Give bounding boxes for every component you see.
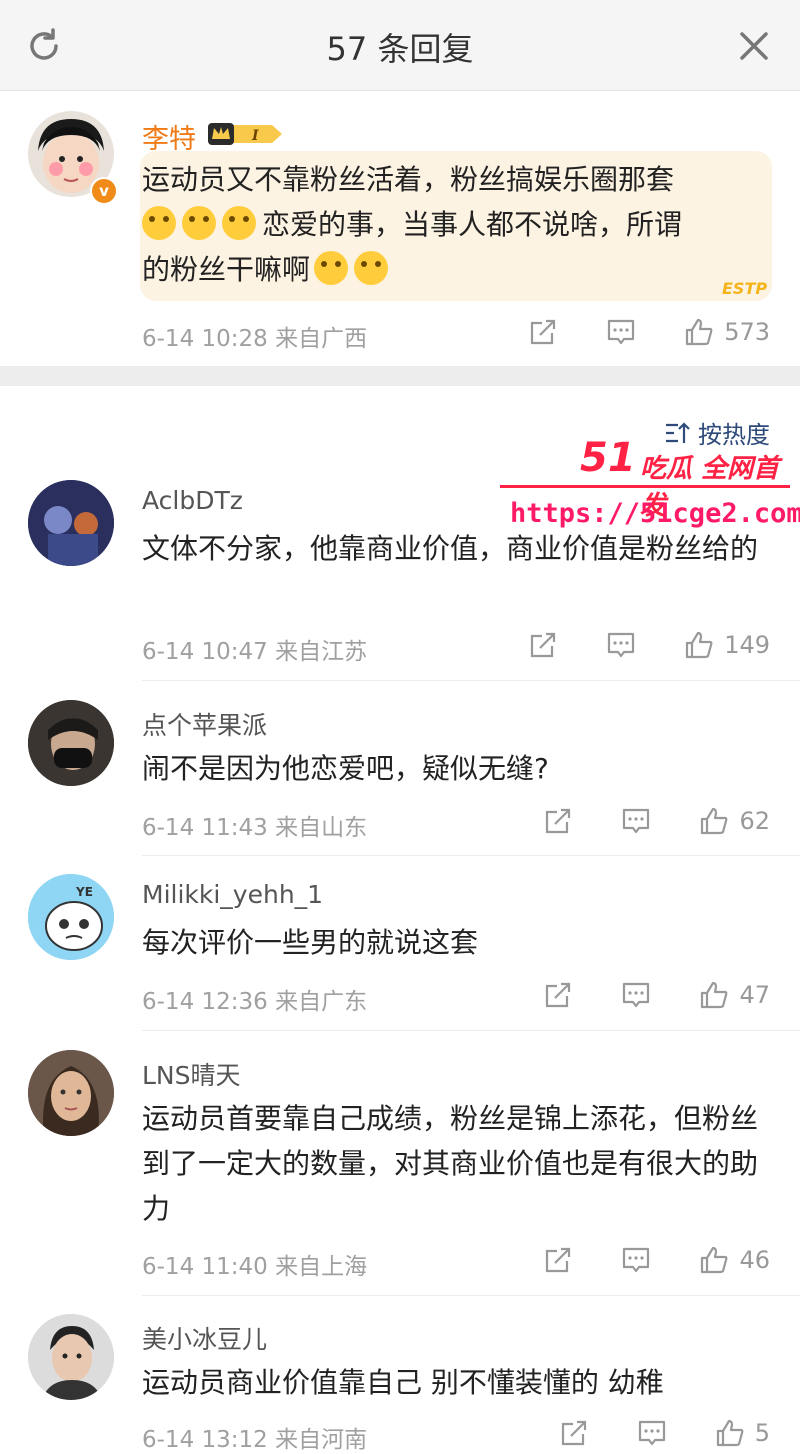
reply-time: 6-14 13:12 来自河南 [142, 1427, 368, 1453]
reply-text: 运动员首要靠自己成绩，粉丝是锦上添花，但粉丝到了一定大的数量，对其商业价值也是有… [142, 1102, 759, 1225]
username[interactable]: 美小冰豆儿 [142, 1320, 267, 1356]
comment-text: 运动员又不靠粉丝活着，粉丝搞娱乐圈那套 恋爱的事，当事人都不说啥，所谓 的粉丝干… [142, 157, 742, 292]
crying-laugh-emoji-icon [354, 251, 389, 285]
reply-time: 6-14 11:43 来自山东 [142, 815, 368, 841]
reply-text: 闹不是因为他恋爱吧，疑似无缝? [142, 752, 549, 785]
dialog-header: 57 条回复 [0, 0, 800, 91]
share-icon[interactable] [543, 1245, 573, 1275]
verified-icon: v [90, 177, 118, 205]
like-count: 47 [739, 981, 770, 1009]
avatar[interactable] [28, 480, 114, 566]
reply-actions: 46 [543, 1245, 770, 1275]
estp-badge: ESTP [722, 279, 768, 298]
svg-text:YE: YE [75, 885, 93, 899]
like-count: 46 [739, 1246, 770, 1274]
section-divider [0, 366, 800, 386]
watermark-brand: 51 [580, 435, 636, 481]
comment-icon[interactable] [637, 1418, 667, 1448]
comment-icon[interactable] [621, 806, 651, 836]
avatar[interactable] [28, 700, 114, 786]
like-icon[interactable] [699, 806, 729, 836]
like-count: 62 [739, 807, 770, 835]
comment-text-line1: 运动员又不靠粉丝活着，粉丝搞娱乐圈那套 [142, 163, 675, 196]
crying-laugh-emoji-icon [314, 251, 349, 285]
reply-time: 6-14 11:40 来自上海 [142, 1254, 368, 1280]
username[interactable]: AclbDTz [142, 486, 243, 515]
reply-time: 6-14 12:36 来自广东 [142, 989, 368, 1015]
like-count: 5 [754, 1419, 770, 1447]
reply-text: 运动员商业价值靠自己 别不懂装懂的 幼稚 [142, 1366, 664, 1399]
username[interactable]: 点个苹果派 [142, 706, 267, 742]
username[interactable]: 李特 [142, 117, 196, 156]
share-icon[interactable] [559, 1418, 589, 1448]
crying-laugh-emoji-icon [142, 206, 176, 240]
comment-text-line3: 的粉丝干嘛啊 [142, 253, 311, 286]
crying-laugh-emoji-icon [222, 206, 256, 240]
row-divider [142, 855, 800, 856]
row-divider [142, 1295, 800, 1296]
reply-actions: 5 [559, 1418, 770, 1448]
comment-text-line2: 恋爱的事，当事人都不说啥，所谓 [262, 208, 683, 241]
like-count: 149 [724, 631, 770, 659]
reply-count-title: 57 条回复 [326, 30, 474, 68]
row-divider [142, 1030, 800, 1031]
reply-text: 每次评价一些男的就说这套 [142, 926, 479, 959]
avatar[interactable] [28, 1314, 114, 1400]
reply-actions: 47 [543, 980, 770, 1010]
watermark: 51 吃瓜 全网首发 https://51cge2.com [500, 430, 800, 540]
comment-icon[interactable] [621, 980, 651, 1010]
share-icon[interactable] [543, 806, 573, 836]
avatar[interactable]: YE [28, 874, 114, 960]
like-icon[interactable] [684, 630, 714, 660]
share-icon[interactable] [543, 980, 573, 1010]
vip-badge-icon: I [206, 119, 284, 149]
reply-time: 6-14 10:47 来自江苏 [142, 639, 368, 665]
comment-icon[interactable] [606, 317, 636, 347]
row-divider [142, 680, 800, 681]
original-comment: v 李特 I 运动员又不靠粉丝活着，粉丝搞娱乐圈那套 恋爱的事，当事人都不说啥，… [0, 91, 800, 366]
crying-laugh-emoji-icon [182, 206, 216, 240]
watermark-line [500, 485, 790, 488]
username[interactable]: Milikki_yehh_1 [142, 880, 323, 909]
comment-actions: 573 [528, 317, 770, 347]
like-icon[interactable] [715, 1418, 745, 1448]
comment-icon[interactable] [621, 1245, 651, 1275]
like-count: 573 [724, 318, 770, 346]
share-icon[interactable] [528, 317, 558, 347]
avatar[interactable] [28, 1050, 114, 1136]
username[interactable]: LNS晴天 [142, 1056, 241, 1092]
share-icon[interactable] [528, 630, 558, 660]
watermark-url: https://51cge2.com [510, 498, 800, 529]
reply-text: 文体不分家，他靠商业价值，商业价值是粉丝给的 [142, 532, 759, 565]
close-icon[interactable] [734, 26, 774, 66]
comment-icon[interactable] [606, 630, 636, 660]
like-icon[interactable] [699, 980, 729, 1010]
like-icon[interactable] [699, 1245, 729, 1275]
reply-actions: 149 [528, 630, 770, 660]
like-icon[interactable] [684, 317, 714, 347]
comment-time: 6-14 10:28 来自广西 [142, 326, 368, 352]
reply-actions: 62 [543, 806, 770, 836]
svg-text:I: I [251, 128, 259, 144]
